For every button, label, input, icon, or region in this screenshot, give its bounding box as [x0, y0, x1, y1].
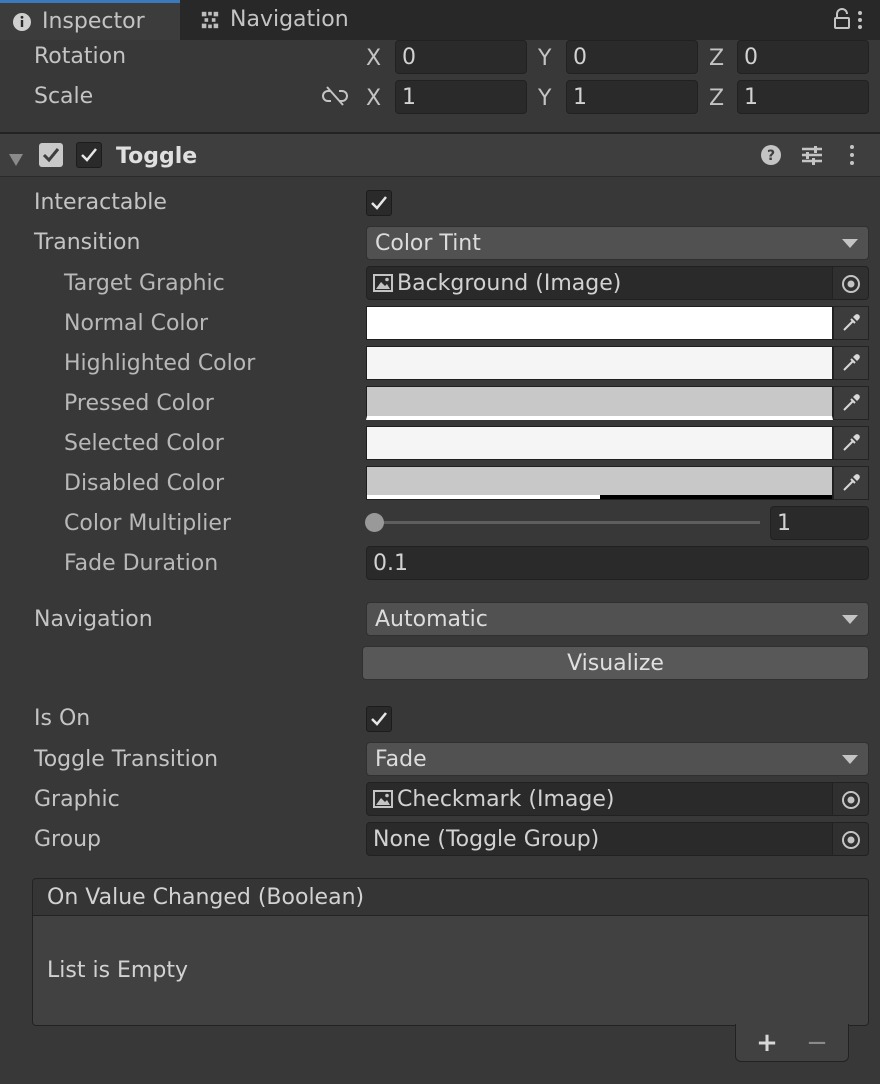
object-picker-icon[interactable]: [832, 823, 868, 855]
navmesh-icon: [200, 10, 220, 30]
graphic-label: Graphic: [34, 787, 120, 812]
foldout-arrow-icon[interactable]: [8, 148, 24, 173]
help-icon[interactable]: ?: [760, 144, 782, 172]
component-menu-icon[interactable]: [848, 144, 856, 172]
selected-color-swatch[interactable]: [366, 426, 833, 460]
graphic-value: Checkmark (Image): [397, 786, 615, 812]
object-picker-icon[interactable]: [832, 267, 868, 299]
color-multiplier-slider-track[interactable]: [374, 521, 760, 524]
rotation-y-axis: Y: [538, 46, 552, 71]
alpha-bar-transparent: [600, 495, 832, 499]
graphic-field[interactable]: Checkmark (Image): [366, 782, 869, 816]
color-multiplier-field[interactable]: 1: [770, 506, 869, 540]
component-enabled-checkbox[interactable]: [76, 142, 102, 168]
target-graphic-field[interactable]: Background (Image): [366, 266, 869, 300]
rotation-x-axis: X: [366, 46, 382, 71]
toggle-transition-value: Fade: [375, 746, 427, 772]
event-empty-text: List is Empty: [47, 958, 188, 983]
lock-icon[interactable]: [832, 8, 852, 36]
tab-inspector-label: Inspector: [42, 8, 145, 34]
selected-color-label: Selected Color: [64, 431, 224, 456]
normal-color-label: Normal Color: [64, 311, 209, 336]
event-header-label: On Value Changed (Boolean): [47, 884, 365, 910]
rotation-x-field[interactable]: 0: [395, 40, 527, 74]
eyedropper-icon[interactable]: [833, 386, 869, 420]
rotation-label: Rotation: [34, 44, 127, 69]
is-on-label: Is On: [34, 706, 91, 731]
color-multiplier-slider-thumb[interactable]: [365, 513, 384, 532]
image-icon: [373, 790, 393, 808]
group-value: None (Toggle Group): [373, 826, 600, 852]
eyedropper-icon[interactable]: [833, 426, 869, 460]
scale-z-axis: Z: [709, 86, 725, 111]
interactable-checkbox[interactable]: [366, 190, 392, 216]
group-field[interactable]: None (Toggle Group): [366, 822, 869, 856]
tab-inspector[interactable]: Inspector: [0, 0, 180, 40]
color-multiplier-label: Color Multiplier: [64, 511, 231, 536]
toggle-transition-label: Toggle Transition: [34, 747, 219, 772]
navigation-dropdown[interactable]: Automatic: [366, 602, 869, 636]
event-header: On Value Changed (Boolean): [32, 878, 869, 916]
tab-navigation-label: Navigation: [230, 7, 349, 32]
normal-color-swatch[interactable]: [366, 306, 833, 340]
group-label: Group: [34, 827, 101, 852]
eyedropper-icon[interactable]: [833, 466, 869, 500]
visualize-button[interactable]: Visualize: [362, 646, 869, 680]
scale-x-axis: X: [366, 86, 382, 111]
transition-label: Transition: [34, 230, 141, 255]
toggle-transition-dropdown[interactable]: Fade: [366, 742, 869, 776]
more-menu-icon[interactable]: [856, 10, 864, 36]
eyedropper-icon[interactable]: [833, 306, 869, 340]
image-icon: [373, 274, 393, 292]
component-title: Toggle: [116, 144, 198, 169]
presets-icon[interactable]: [800, 144, 824, 172]
target-graphic-label: Target Graphic: [64, 271, 225, 296]
unlinked-scale-icon[interactable]: [322, 86, 348, 112]
disabled-color-label: Disabled Color: [64, 471, 225, 496]
alpha-bar-opaque: [367, 495, 600, 499]
remove-listener-button[interactable]: −: [802, 1026, 832, 1060]
component-script-icon: [38, 142, 64, 174]
scale-y-field[interactable]: 1: [566, 80, 698, 114]
fade-duration-label: Fade Duration: [64, 551, 219, 576]
interactable-label: Interactable: [34, 190, 167, 215]
object-picker-icon[interactable]: [832, 783, 868, 815]
rotation-z-axis: Z: [709, 46, 725, 71]
info-icon: [12, 12, 32, 32]
transition-dropdown[interactable]: Color Tint: [366, 226, 869, 260]
navigation-value: Automatic: [375, 606, 488, 632]
tab-navigation[interactable]: Navigation: [182, 0, 382, 40]
pressed-color-label: Pressed Color: [64, 391, 214, 416]
chevron-down-icon: [842, 615, 858, 624]
scale-x-field[interactable]: 1: [395, 80, 527, 114]
fade-duration-field[interactable]: 0.1: [366, 546, 869, 580]
disabled-color-swatch[interactable]: [366, 466, 833, 500]
eyedropper-icon[interactable]: [833, 346, 869, 380]
highlighted-color-swatch[interactable]: [366, 346, 833, 380]
target-graphic-value: Background (Image): [397, 270, 622, 296]
svg-text:?: ?: [767, 148, 775, 164]
scale-z-field[interactable]: 1: [737, 80, 869, 114]
highlighted-color-label: Highlighted Color: [64, 351, 256, 376]
event-list: List is Empty: [32, 916, 869, 1026]
rotation-z-field[interactable]: 0: [737, 40, 869, 74]
transition-value: Color Tint: [375, 230, 481, 256]
add-listener-button[interactable]: +: [752, 1026, 782, 1060]
chevron-down-icon: [842, 755, 858, 764]
chevron-down-icon: [842, 239, 858, 248]
is-on-checkbox[interactable]: [366, 706, 392, 732]
scale-y-axis: Y: [538, 86, 552, 111]
rotation-y-field[interactable]: 0: [566, 40, 698, 74]
pressed-color-swatch[interactable]: [366, 386, 833, 420]
navigation-label: Navigation: [34, 607, 153, 632]
scale-label: Scale: [34, 84, 94, 109]
